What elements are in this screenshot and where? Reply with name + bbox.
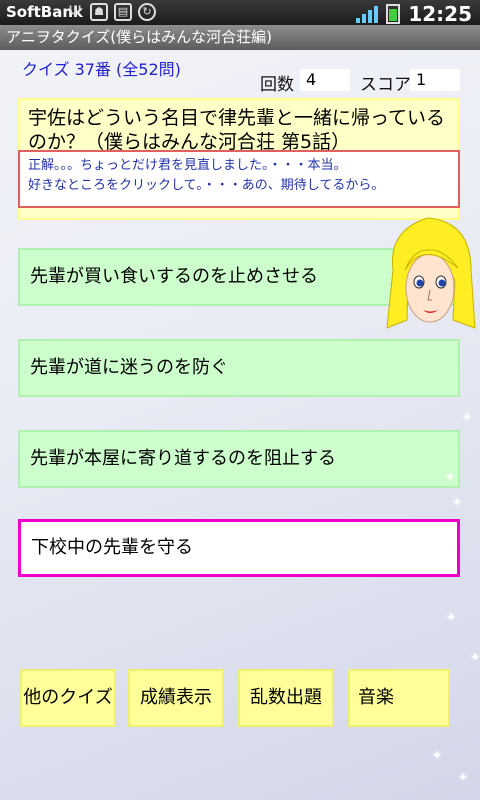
character-avatar xyxy=(386,217,476,329)
notification-icons: Ψ ☗ ▤ ↻ xyxy=(66,3,156,21)
count-label: 回数 xyxy=(260,75,294,95)
quiz-number: クイズ 37番 (全52問) xyxy=(22,60,181,79)
sparkle-decoration: ✦ xyxy=(470,650,480,664)
sparkle-decoration: ✦ xyxy=(446,610,457,624)
sync-icon: ↻ xyxy=(138,3,156,21)
sparkle-decoration: ✦ xyxy=(452,495,463,509)
answer-option-3[interactable]: 先輩が本屋に寄り道するのを阻止する xyxy=(18,430,460,488)
count-value: 4 xyxy=(300,69,350,91)
signal-icon xyxy=(356,5,379,23)
feedback-line-2: 好きなところをクリックして。・・・あの、期待してるから。 xyxy=(28,178,385,193)
question-panel: 宇佐はどういう名目で律先輩と一緒に帰っているのか？（僕らはみんな河合荘 第5話）… xyxy=(18,98,460,220)
battery-icon xyxy=(386,4,401,24)
random-question-button[interactable]: 乱数出題 xyxy=(238,669,334,727)
question-text: 宇佐はどういう名目で律先輩と一緒に帰っているのか？（僕らはみんな河合荘 第5話） xyxy=(28,107,446,153)
usb-icon: Ψ xyxy=(68,2,82,21)
clock: 12:25 xyxy=(408,2,472,26)
answer-option-4[interactable]: 下校中の先輩を守る xyxy=(18,519,460,577)
status-bar: SoftBank Ψ ☗ ▤ ↻ 12:25 xyxy=(0,0,480,26)
show-results-button[interactable]: 成績表示 xyxy=(128,669,224,727)
app-title: アニヲタクイズ(僕らはみんな河合荘編) xyxy=(0,25,480,50)
system-indicators: 12:25 xyxy=(356,2,472,26)
sparkle-decoration: ✦ xyxy=(462,410,473,424)
sparkle-decoration: ✦ xyxy=(458,770,469,784)
feedback-message: 正解。。。ちょっとだけ君を見直しました。・・・本当。 好きなところをクリックして… xyxy=(18,150,460,208)
android-debug-icon: ☗ xyxy=(90,3,108,21)
sparkle-decoration: ✦ xyxy=(432,748,443,762)
answer-option-2[interactable]: 先輩が道に迷うのを防ぐ xyxy=(18,339,460,397)
score-value: 1 xyxy=(410,69,460,91)
sim-icon: ▤ xyxy=(114,3,132,21)
score-label: スコア xyxy=(360,75,411,95)
music-button[interactable]: 音楽 xyxy=(348,669,450,727)
feedback-line-1: 正解。。。ちょっとだけ君を見直しました。・・・本当。 xyxy=(28,158,347,173)
other-quiz-button[interactable]: 他のクイズ xyxy=(20,669,116,727)
sparkle-decoration: ✦ xyxy=(445,470,456,484)
